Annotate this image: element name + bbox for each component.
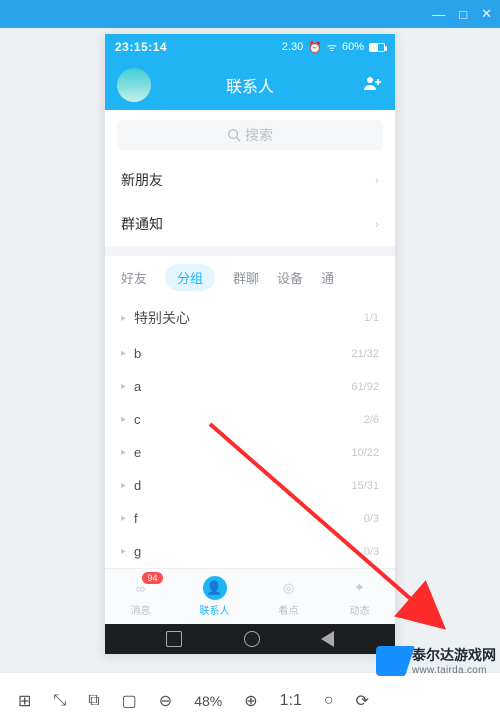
separator [105,246,395,256]
nav-contacts[interactable]: 👤 联系人 [200,576,230,617]
tab-more[interactable]: 通 [321,268,334,287]
zoom-level: 48% [194,693,222,709]
wifi-icon: ᯤ [327,40,337,55]
watermark-title: 泰尔达游戏网 [412,645,496,665]
group-count: 10/22 [351,447,379,459]
watermark-url: www.tairda.com [412,665,496,676]
chevron-right-icon: ▸ [121,513,126,524]
toolbar-grid-icon[interactable]: ⊞ [18,691,31,711]
group-count: 0/3 [364,546,379,558]
group-name: g [134,544,141,559]
chevron-right-icon: ▸ [121,313,126,324]
group-row[interactable]: ▸ f 0/3 [105,502,395,535]
group-name: b [134,346,141,361]
group-name: 特别关心 [134,308,190,328]
watermark-logo-icon [376,646,406,676]
groups-list: ▸ 特别关心 1/1 ▸ b 21/32 ▸ a 61/92 ▸ c 2/6 ▸ e 10/22 ▸… [105,299,395,568]
toolbar-crop-icon[interactable]: ▢ [122,691,137,711]
search-icon [227,128,241,142]
group-row[interactable]: ▸ e 10/22 [105,436,395,469]
recent-apps-button[interactable] [166,631,182,647]
battery-icon [369,43,385,52]
nav-label: 看点 [279,602,299,617]
android-softkeys [105,624,395,654]
search-placeholder: 搜索 [245,125,273,145]
maximize-icon[interactable]: □ [459,7,467,22]
group-count: 2/6 [364,414,379,426]
nav-discover[interactable]: ◎ 看点 [277,576,301,617]
group-name: f [134,511,138,526]
badge: 94 [142,572,162,584]
nav-messages[interactable]: ∞ 94 消息 [129,576,153,617]
search-wrap: 搜索 [105,110,395,158]
toolbar-expand-icon[interactable]: ⤡ [53,692,66,710]
group-count: 15/31 [351,480,379,492]
nav-label: 动态 [350,602,370,617]
group-name: a [134,379,141,394]
bottom-nav: ∞ 94 消息 👤 联系人 ◎ 看点 ✦ 动态 [105,568,395,624]
alarm-icon: ⏰ [308,41,322,54]
group-count: 0/3 [364,513,379,525]
chevron-right-icon: › [375,173,379,187]
group-row[interactable]: ▸ a 61/92 [105,370,395,403]
group-name: d [134,478,141,493]
back-button[interactable] [321,631,334,647]
chevron-right-icon: ▸ [121,546,126,557]
group-count: 61/92 [351,381,379,393]
toolbar-circle-icon[interactable]: ○ [324,692,334,710]
contacts-icon: 👤 [203,576,227,600]
tab-groupchats[interactable]: 群聊 [233,268,259,287]
close-icon[interactable]: ✕ [481,6,492,22]
discover-icon: ◎ [277,576,301,600]
toolbar-refresh-icon[interactable]: ⟳ [356,691,369,711]
avatar[interactable] [117,68,151,102]
section-label: 群通知 [121,214,163,234]
minimize-icon[interactable]: — [432,7,445,22]
group-name: e [134,445,141,460]
search-input[interactable]: 搜索 [117,120,383,150]
fit-to-screen-button[interactable]: 1:1 [280,692,302,710]
group-name: c [134,412,141,427]
section-label: 新朋友 [121,170,163,190]
group-row[interactable]: ▸ 特别关心 1/1 [105,299,395,337]
app-header: 联系人 [105,60,395,110]
group-row[interactable]: ▸ c 2/6 [105,403,395,436]
chevron-right-icon: ▸ [121,447,126,458]
emulator-body: 23:15:14 2.30 ⏰ ᯤ 60% 联系人 搜索 [0,28,500,672]
tab-friends[interactable]: 好友 [121,268,147,287]
net-speed-icon: 2.30 [282,41,303,53]
toolbar-copy-icon[interactable]: ⧉ [88,692,99,710]
chevron-right-icon: › [375,217,379,231]
moments-icon: ✦ [348,576,372,600]
contact-tabs: 好友 分组 群聊 设备 通 [105,256,395,299]
nav-label: 消息 [131,602,151,617]
emulator-toolbar: ⊞ ⤡ ⧉ ▢ ⊖ 48% ⊕ 1:1 ○ ⟳ [0,672,500,728]
nav-moments[interactable]: ✦ 动态 [348,576,372,617]
chevron-right-icon: ▸ [121,381,126,392]
section-new-friends[interactable]: 新朋友 › [105,158,395,202]
tab-devices[interactable]: 设备 [277,268,303,287]
chevron-right-icon: ▸ [121,348,126,359]
phone-statusbar: 23:15:14 2.30 ⏰ ᯤ 60% [105,34,395,60]
group-count: 1/1 [364,312,379,324]
page-title: 联系人 [226,73,274,97]
chevron-right-icon: ▸ [121,480,126,491]
group-row[interactable]: ▸ d 15/31 [105,469,395,502]
tab-groups[interactable]: 分组 [165,264,215,291]
chevron-right-icon: ▸ [121,414,126,425]
nav-label: 联系人 [200,602,230,617]
home-button[interactable] [244,631,260,647]
emulator-titlebar: — □ ✕ [0,0,500,28]
zoom-in-button[interactable]: ⊕ [244,691,257,711]
add-contact-icon[interactable] [363,75,383,96]
group-row[interactable]: ▸ b 21/32 [105,337,395,370]
group-row[interactable]: ▸ g 0/3 [105,535,395,568]
zoom-out-button[interactable]: ⊖ [159,691,172,711]
group-count: 21/32 [351,348,379,360]
battery-pct: 60% [342,41,364,53]
section-group-notice[interactable]: 群通知 › [105,202,395,246]
phone-frame: 23:15:14 2.30 ⏰ ᯤ 60% 联系人 搜索 [105,34,395,654]
status-time: 23:15:14 [115,40,167,54]
watermark: 泰尔达游戏网 www.tairda.com [376,645,496,676]
